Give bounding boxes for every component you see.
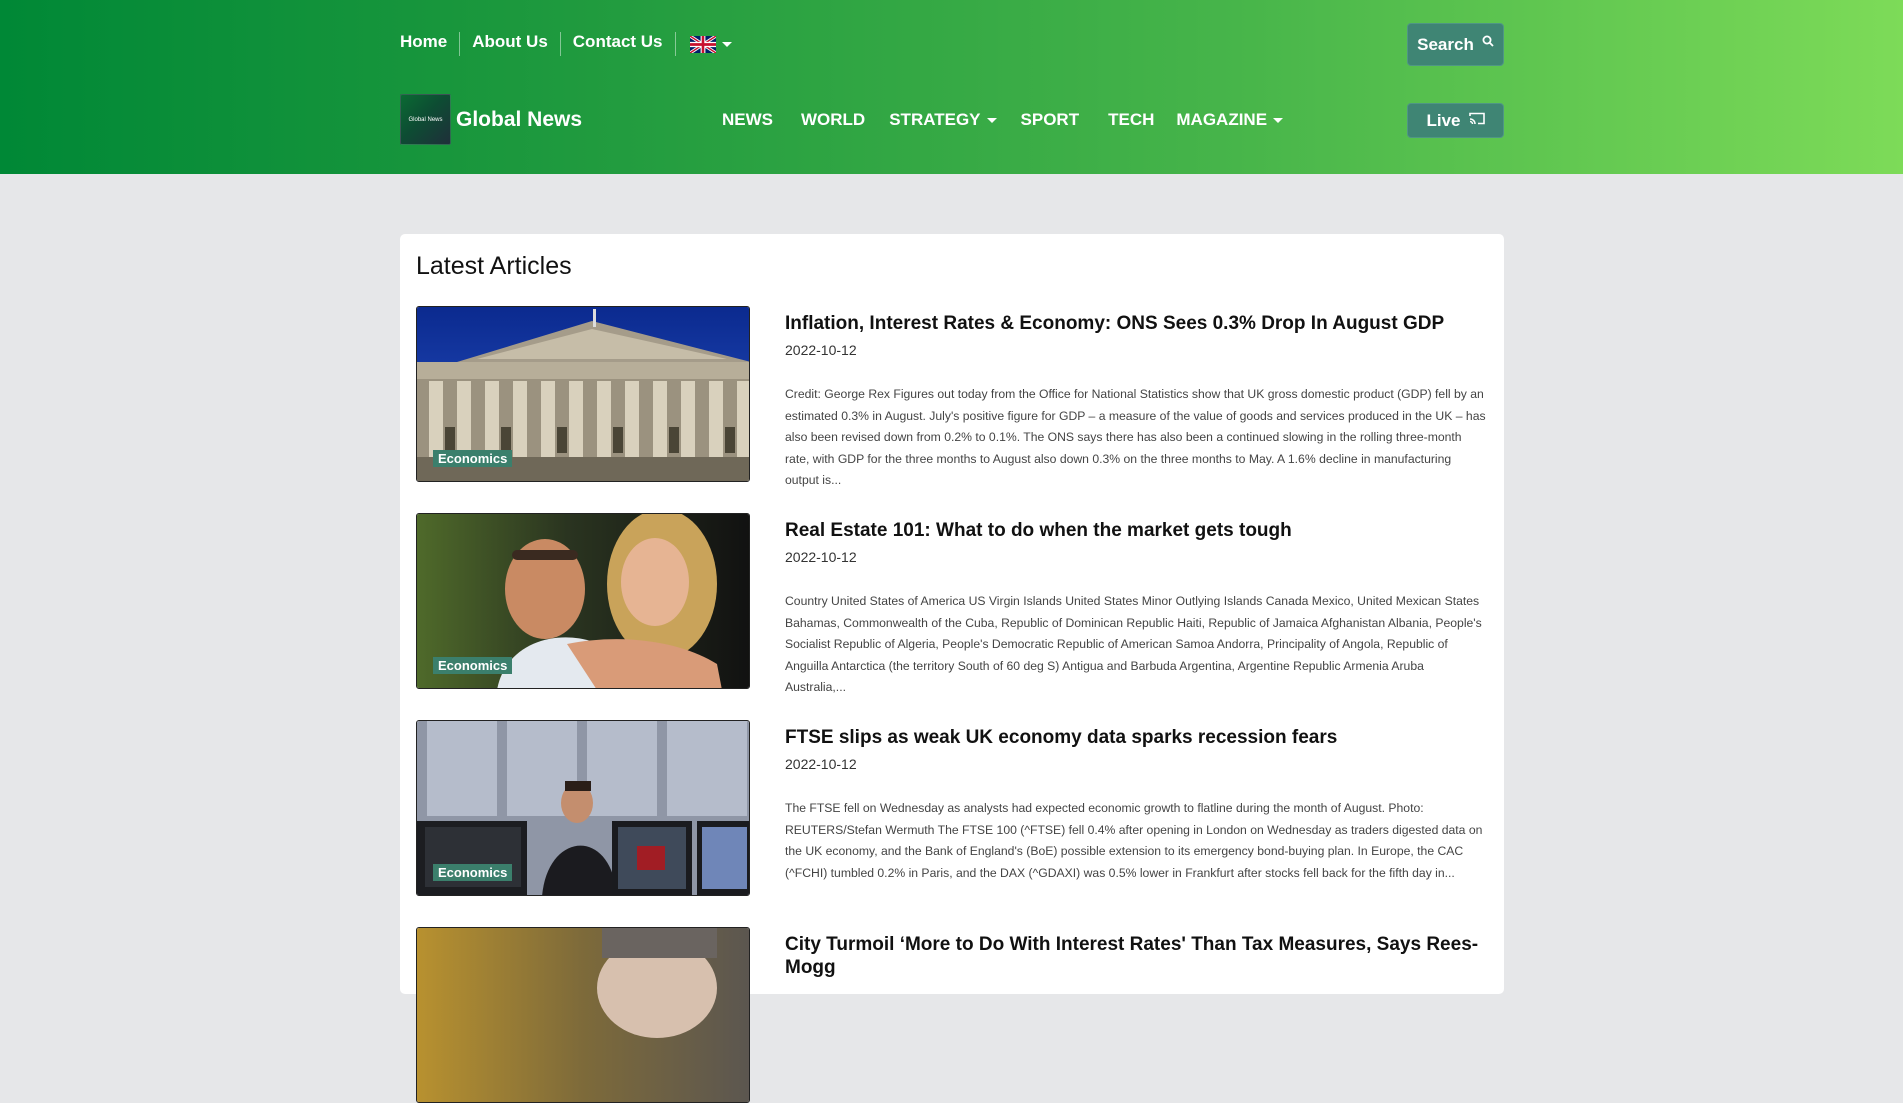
article-item: Economics FTSE slips as weak UK economy … [416, 720, 1488, 896]
nav-sport[interactable]: SPORT [1021, 110, 1080, 130]
site-logo: Global News [400, 94, 451, 145]
chevron-down-icon [1273, 117, 1284, 123]
nav-sport-label: SPORT [1020, 110, 1080, 129]
article-date: 2022-10-12 [785, 549, 857, 565]
cast-icon [1468, 112, 1485, 125]
article-date: 2022-10-12 [785, 342, 857, 358]
chevron-down-icon [721, 41, 732, 47]
top-bar: Home About Us Contact Us Search [400, 23, 1504, 66]
chevron-down-icon [986, 117, 997, 123]
article-excerpt: The FTSE fell on Wednesday as analysts h… [785, 801, 1483, 880]
latest-articles-card: Latest Articles Economics Inflation, Int… [400, 234, 1504, 1103]
nav-magazine-label: MAGAZINE [1176, 110, 1268, 129]
top-nav-about-us[interactable]: About Us [460, 32, 560, 56]
article-item: Economics Real Estate 101: What to do wh… [416, 513, 1488, 694]
main-bar: Global News Global News NEWS WORLD STRAT… [400, 94, 1504, 146]
brand-name: Global News [456, 107, 583, 131]
top-nav-home[interactable]: Home [400, 32, 459, 56]
article-item: Economics Inflation, Interest Rates & Ec… [416, 306, 1488, 487]
search-button[interactable]: Search [1407, 23, 1504, 66]
nav-world-label: WORLD [801, 110, 866, 129]
article-excerpt: Country United States of America US Virg… [785, 594, 1482, 694]
article-title[interactable]: Real Estate 101: What to do when the mar… [785, 519, 1485, 542]
nav-tech-label: TECH [1108, 110, 1155, 129]
nav-news-label: NEWS [722, 110, 773, 129]
category-badge[interactable]: Economics [433, 864, 513, 881]
top-nav-contact-us[interactable]: Contact Us [561, 32, 675, 56]
article-title[interactable]: Inflation, Interest Rates & Economy: ONS… [785, 312, 1485, 335]
nav-news[interactable]: NEWS [722, 110, 773, 130]
category-badge[interactable]: Economics [433, 657, 513, 674]
article-title[interactable]: FTSE slips as weak UK economy data spark… [785, 726, 1485, 749]
article-thumbnail[interactable]: Economics [416, 720, 750, 896]
live-button-label: Live [1426, 110, 1461, 130]
language-dropdown[interactable] [676, 35, 732, 53]
article-excerpt: Credit: George Rex Figures out today fro… [785, 387, 1486, 487]
live-button[interactable]: Live [1407, 103, 1504, 138]
section-title: Latest Articles [416, 252, 572, 280]
article-thumbnail[interactable] [416, 927, 750, 1103]
main-nav: NEWS WORLD STRATEGY SPORT TECH MAGAZINE [722, 94, 1284, 146]
brand-link[interactable]: Global News Global News [400, 94, 582, 145]
uk-flag-icon [689, 35, 716, 53]
article-date: 2022-10-12 [785, 756, 857, 772]
top-nav: Home About Us Contact Us [400, 32, 732, 56]
nav-world[interactable]: WORLD [801, 110, 865, 130]
nav-strategy[interactable]: STRATEGY [889, 110, 997, 130]
article-item: City Turmoil ‘More to Do With Interest R… [416, 927, 1488, 1103]
category-badge[interactable]: Economics [433, 450, 513, 467]
search-icon [1482, 35, 1494, 47]
article-title[interactable]: City Turmoil ‘More to Do With Interest R… [785, 933, 1485, 979]
nav-magazine[interactable]: MAGAZINE [1176, 110, 1284, 130]
nav-tech[interactable]: TECH [1108, 110, 1154, 130]
site-header: Home About Us Contact Us Search Global N… [0, 0, 1903, 174]
portrait-photo-image [417, 928, 749, 1102]
search-button-label: Search [1417, 34, 1474, 54]
article-thumbnail[interactable]: Economics [416, 513, 750, 689]
nav-strategy-label: STRATEGY [889, 110, 981, 129]
article-thumbnail[interactable]: Economics [416, 306, 750, 482]
